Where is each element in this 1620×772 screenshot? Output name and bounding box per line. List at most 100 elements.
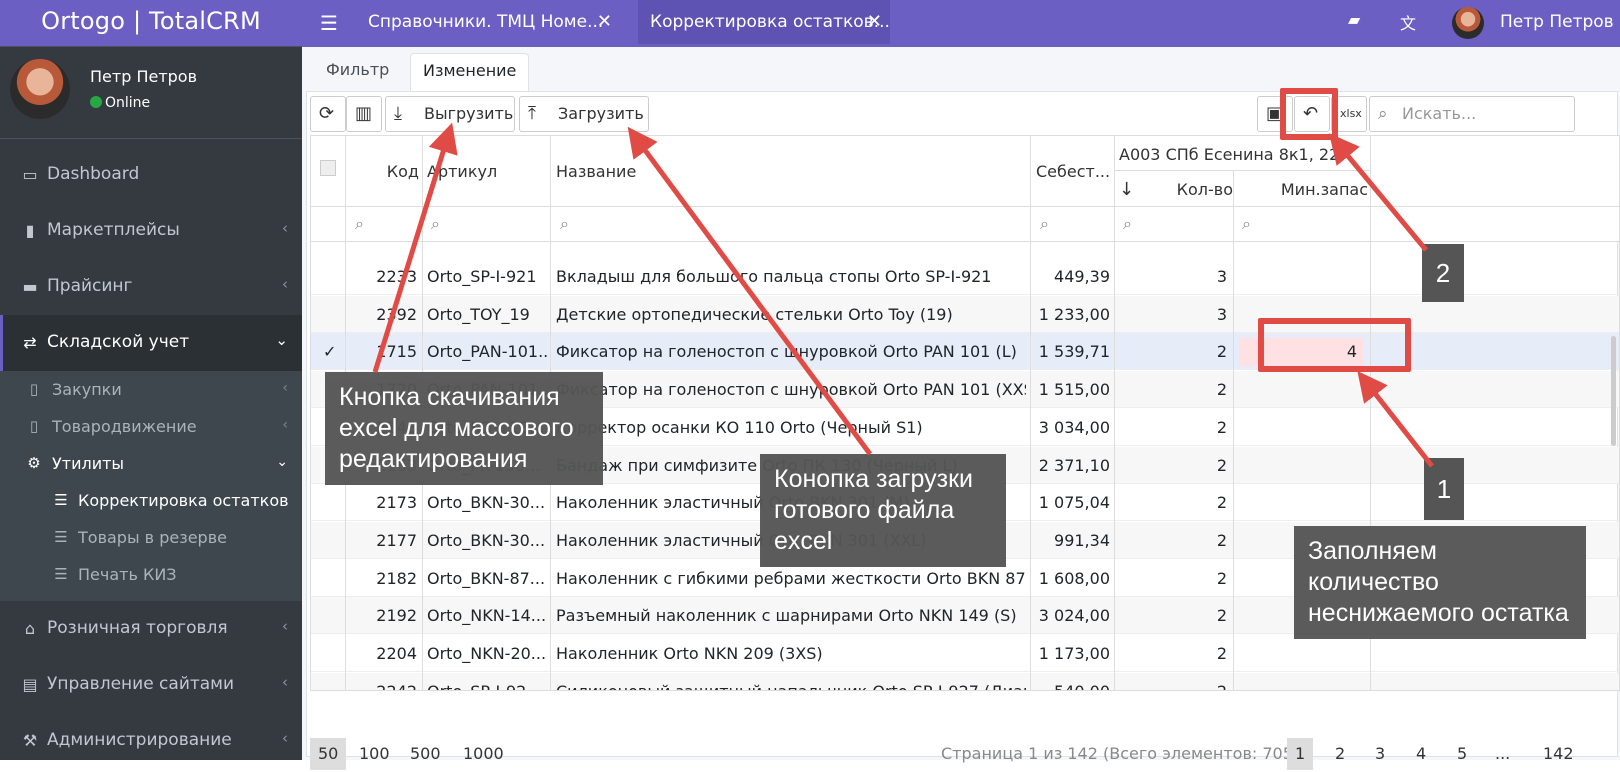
sidebar-item-stock-correction[interactable]: ☰ Корректировка остатков bbox=[0, 482, 302, 519]
search-input[interactable]: ⌕ Искать... bbox=[1369, 96, 1575, 132]
cell-article[interactable]: Orto_SP-I-92... bbox=[427, 673, 547, 690]
cell-article[interactable]: Orto_BKN-30... bbox=[427, 522, 547, 559]
sidebar-item-movement[interactable]: ▯ Товародвижение ‹ bbox=[0, 408, 302, 445]
cell-cost[interactable]: 540,00 bbox=[1032, 673, 1110, 690]
cell-qty[interactable]: 2 bbox=[1117, 484, 1227, 521]
cell-name[interactable]: Фиксатор на голеностоп с шнуровкой Orto … bbox=[556, 371, 1026, 408]
cell-code[interactable]: 2173 bbox=[347, 484, 417, 521]
brand-logo[interactable]: Ortogo | TotalCRM bbox=[0, 0, 302, 47]
cell-cost[interactable]: 1 233,00 bbox=[1032, 296, 1110, 333]
cell-cost[interactable]: 1 608,00 bbox=[1032, 560, 1110, 597]
cell-article[interactable]: Orto_SP-I-921 bbox=[427, 258, 547, 295]
refresh-button[interactable]: ⟳ bbox=[310, 96, 346, 132]
cell-cost[interactable]: 1 173,00 bbox=[1032, 635, 1110, 672]
cell-article[interactable]: Orto_PAN-101... bbox=[427, 333, 547, 370]
header-article[interactable]: Артикул bbox=[427, 162, 497, 181]
sidebar-item-retail[interactable]: ⌂ Розничная торговля ‹ bbox=[0, 601, 302, 657]
page-last[interactable]: 142 bbox=[1535, 738, 1582, 770]
filter-search-icon[interactable]: ⌕ bbox=[560, 214, 569, 234]
page-1[interactable]: 1 bbox=[1287, 738, 1314, 770]
cell-qty[interactable]: 2 bbox=[1117, 597, 1227, 634]
cell-article[interactable]: Orto_TOY_19 bbox=[427, 296, 547, 333]
cell-article[interactable]: Orto_BKN-87... bbox=[427, 560, 547, 597]
cell-qty[interactable]: 2 bbox=[1117, 371, 1227, 408]
sidebar-item-dashboard[interactable]: ▭ Dashboard bbox=[0, 147, 302, 203]
header-warehouse[interactable]: А003 СПб Есенина 8к1, 22 bbox=[1119, 145, 1369, 164]
table-row[interactable]: 2242 Orto_SP-I-92... Силиконовый защитный … bbox=[311, 672, 1619, 690]
sidebar-item-reserved[interactable]: ☰ Товары в резерве bbox=[0, 519, 302, 556]
cell-cost[interactable]: 1 539,71 bbox=[1032, 333, 1110, 370]
tab-edit[interactable]: Изменение bbox=[410, 53, 530, 95]
cell-qty[interactable]: 2 bbox=[1117, 560, 1227, 597]
cell-qty[interactable]: 2 bbox=[1117, 522, 1227, 559]
page-size-500[interactable]: 500 bbox=[402, 738, 449, 770]
cell-qty[interactable]: 2 bbox=[1117, 333, 1227, 370]
table-row[interactable]: 2204 Orto_NKN-20... Наколенник Orto NKN 20… bbox=[311, 635, 1619, 672]
user-name[interactable]: Петр Петров bbox=[90, 67, 197, 86]
cell-cost[interactable]: 3 024,00 bbox=[1032, 597, 1110, 634]
cell-code[interactable]: 2233 bbox=[347, 258, 417, 295]
sidebar-item-warehouse[interactable]: ⇄ Складской учет ⌄ bbox=[0, 315, 302, 371]
scrollbar-thumb[interactable] bbox=[1611, 336, 1616, 446]
cell-article[interactable]: Orto_BKN-30... bbox=[427, 484, 547, 521]
cell-cost[interactable]: 449,39 bbox=[1032, 258, 1110, 295]
cell-qty[interactable]: 2 bbox=[1117, 673, 1227, 690]
sidebar-item-admin[interactable]: ⚒ Администрирование ‹ bbox=[0, 713, 302, 760]
header-cost[interactable]: Себест... bbox=[1036, 162, 1112, 181]
header-qty[interactable]: Кол-во bbox=[1151, 180, 1233, 199]
tab-stock-correction[interactable]: Корректировка остатков.... ✕ bbox=[638, 0, 890, 44]
sidebar-item-marketplaces[interactable]: ▮ Маркетплейсы ‹ bbox=[0, 203, 302, 259]
close-icon[interactable]: ✕ bbox=[597, 0, 612, 44]
tab-filter[interactable]: Фильтр bbox=[314, 53, 401, 95]
menu-icon[interactable]: ☰ bbox=[320, 11, 338, 35]
cell-cost[interactable]: 2 371,10 bbox=[1032, 447, 1110, 484]
cell-code[interactable]: 2192 bbox=[347, 597, 417, 634]
cell-cost[interactable]: 1 515,00 bbox=[1032, 371, 1110, 408]
filter-search-icon[interactable]: ⌕ bbox=[431, 214, 440, 234]
download-button[interactable]: ⤓ Выгрузить bbox=[385, 96, 515, 132]
sort-down-icon[interactable]: ↓ bbox=[1119, 179, 1134, 200]
cell-qty[interactable]: 3 bbox=[1117, 296, 1227, 333]
cell-qty[interactable]: 2 bbox=[1117, 409, 1227, 446]
cell-code[interactable]: 2392 bbox=[347, 296, 417, 333]
cell-name[interactable]: Наколенник Orto NKN 209 (3XS) bbox=[556, 635, 1026, 672]
cell-code[interactable]: 1715 bbox=[347, 333, 417, 370]
sidebar-item-purchases[interactable]: ▯ Закупки ‹ bbox=[0, 371, 302, 408]
page-3[interactable]: 3 bbox=[1367, 738, 1393, 770]
tab-references[interactable]: Справочники. ТМЦ Номе... ✕ bbox=[356, 0, 620, 44]
chat-icon[interactable]: ▰ bbox=[1348, 10, 1360, 29]
cell-qty[interactable]: 2 bbox=[1117, 635, 1227, 672]
page-5[interactable]: 5 bbox=[1449, 738, 1475, 770]
cell-cost[interactable]: 1 075,04 bbox=[1032, 484, 1110, 521]
cell-name[interactable]: Разъемный наколенник с шарнирами Orto NK… bbox=[556, 597, 1026, 634]
select-all-checkbox[interactable] bbox=[320, 160, 336, 176]
cell-name[interactable]: Фиксатор на голеностоп с шнуровкой Orto … bbox=[556, 333, 1026, 370]
sidebar-item-utilities[interactable]: ⚙ Утилиты ⌄ bbox=[0, 445, 302, 482]
header-min-stock[interactable]: Мин.запас bbox=[1236, 180, 1368, 199]
header-name[interactable]: Название bbox=[556, 162, 636, 181]
page-4[interactable]: 4 bbox=[1408, 738, 1434, 770]
close-icon[interactable]: ✕ bbox=[867, 0, 882, 44]
upload-button[interactable]: ⤒ Загрузить bbox=[519, 96, 649, 132]
page-size-100[interactable]: 100 bbox=[351, 738, 398, 770]
filter-search-icon[interactable]: ⌕ bbox=[1040, 214, 1049, 234]
cell-name[interactable]: Детские ортопедические стельки Orto Toy … bbox=[556, 296, 1026, 333]
cell-article[interactable]: Orto_NKN-14... bbox=[427, 597, 547, 634]
cell-code[interactable]: 2182 bbox=[347, 560, 417, 597]
filter-search-icon[interactable]: ⌕ bbox=[1242, 214, 1251, 234]
translate-icon[interactable]: 文 bbox=[1400, 10, 1416, 34]
cell-qty[interactable]: 3 bbox=[1117, 258, 1227, 295]
page-size-1000[interactable]: 1000 bbox=[455, 738, 512, 770]
sidebar-item-print-kiz[interactable]: ☰ Печать КИЗ bbox=[0, 556, 302, 593]
avatar[interactable] bbox=[1452, 7, 1484, 39]
cell-cost[interactable]: 3 034,00 bbox=[1032, 409, 1110, 446]
header-code[interactable]: Код bbox=[351, 162, 419, 181]
cell-name[interactable]: Силиконовый защитный напальчник Orto SP-… bbox=[556, 673, 1026, 690]
cell-code[interactable]: 2204 bbox=[347, 635, 417, 672]
cell-code[interactable]: 2177 bbox=[347, 522, 417, 559]
sidebar-item-pricing[interactable]: ▬ Прайсинг ‹ bbox=[0, 259, 302, 315]
cell-qty[interactable]: 2 bbox=[1117, 447, 1227, 484]
filter-search-icon[interactable]: ⌕ bbox=[355, 214, 364, 234]
filter-search-icon[interactable]: ⌕ bbox=[1123, 214, 1132, 234]
topbar-user-name[interactable]: Петр Петров bbox=[1500, 12, 1614, 32]
